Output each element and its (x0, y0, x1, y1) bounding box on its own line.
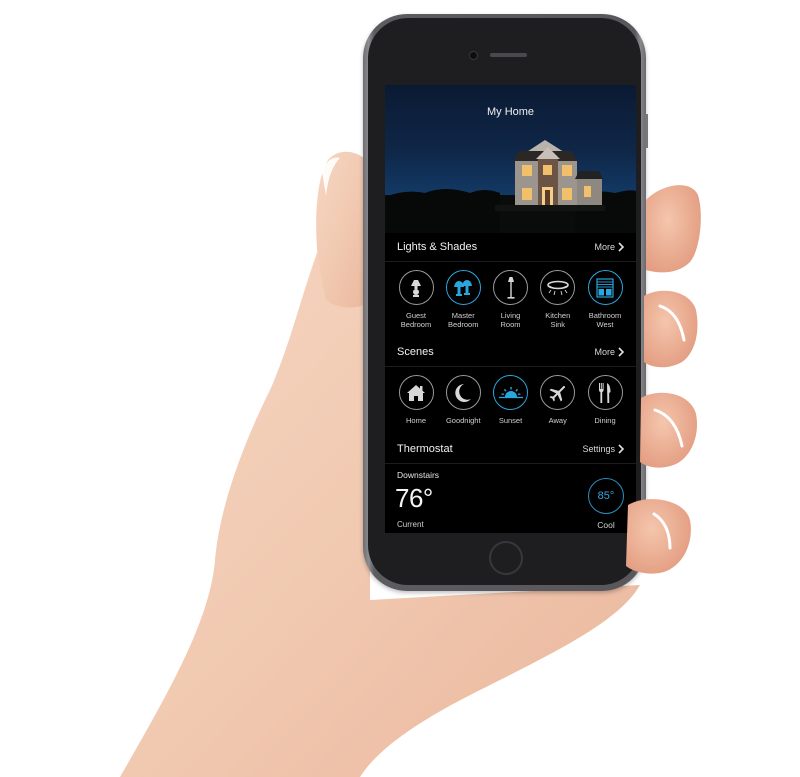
lights-shades-header: Lights & Shades More (385, 233, 636, 262)
scene-button[interactable] (445, 375, 481, 410)
home-button[interactable] (489, 541, 523, 575)
side-button[interactable] (645, 114, 648, 148)
home-title: My Home (486, 106, 535, 118)
shade-tile-bathroom-west[interactable]: Bathroom West (583, 270, 627, 329)
earpiece-speaker (490, 53, 527, 57)
airplane-icon (549, 385, 565, 401)
twin-lamps-icon (454, 279, 473, 296)
front-camera (469, 51, 478, 60)
tile-label: Dining (594, 416, 616, 425)
house-icon (407, 384, 425, 401)
light-tile-living-room[interactable]: Living Room (489, 270, 533, 329)
shade-toggle[interactable] (587, 270, 623, 305)
sunset-icon (498, 386, 523, 398)
tile-label: Bathroom West (588, 311, 622, 329)
scene-tile-home[interactable]: Home (394, 375, 438, 425)
light-tile-guest-bedroom[interactable]: Guest Bedroom (394, 270, 438, 329)
chevron-right-icon (618, 347, 624, 357)
light-toggle[interactable] (540, 270, 576, 305)
scene-button[interactable] (540, 375, 576, 410)
scenes-header: Scenes More (385, 338, 636, 367)
scenes-more-link[interactable]: More (594, 347, 624, 357)
lights-more-label: More (594, 242, 615, 252)
current-label: Current (397, 520, 424, 529)
fork-knife-icon (599, 382, 611, 403)
phone-bezel: My Home Lights & Shades More Guest Bedro… (368, 18, 641, 585)
thermostat-mode: Cool (597, 520, 615, 530)
scenes-title: Scenes (397, 346, 434, 358)
tile-label: Goodnight (445, 416, 481, 425)
thermostat-title: Thermostat (397, 443, 453, 455)
chevron-right-icon (618, 242, 624, 252)
thermostat-zone: Downstairs (397, 470, 440, 480)
light-toggle[interactable] (445, 270, 481, 305)
tile-label: Living Room (500, 311, 521, 329)
home-hero-image: My Home (385, 85, 636, 233)
tile-label: Sunset (498, 416, 523, 425)
ceiling-light-icon (546, 280, 569, 295)
app-screen: My Home Lights & Shades More Guest Bedro… (385, 85, 636, 533)
tile-label: Kitchen Sink (545, 311, 571, 329)
scene-tile-away[interactable]: Away (536, 375, 580, 425)
light-tile-kitchen-sink[interactable]: Kitchen Sink (536, 270, 580, 329)
current-temperature: 76° (395, 483, 433, 513)
phone: My Home Lights & Shades More Guest Bedro… (363, 14, 648, 591)
window-shade-icon (596, 277, 614, 298)
moon-icon (455, 383, 472, 402)
tile-label: Away (548, 416, 567, 425)
lights-row: Guest Bedroom Master Bedroom Living Room… (385, 262, 636, 329)
scenes-row: Home Goodnight Sunset Away Dining (385, 367, 636, 425)
scene-tile-dining[interactable]: Dining (583, 375, 627, 425)
tile-label: Master Bedroom (448, 311, 479, 329)
scene-button[interactable] (493, 375, 528, 410)
light-toggle[interactable] (398, 270, 434, 305)
scene-button[interactable] (398, 375, 434, 410)
light-tile-master-bedroom[interactable]: Master Bedroom (441, 270, 485, 329)
table-lamp-icon (411, 279, 421, 297)
scene-tile-sunset[interactable]: Sunset (489, 375, 533, 425)
scene-tile-goodnight[interactable]: Goodnight (441, 375, 485, 425)
thermostat-header: Thermostat Settings (385, 435, 636, 464)
scenes-more-label: More (594, 347, 615, 357)
light-toggle[interactable] (493, 270, 528, 305)
tile-label: Home (405, 416, 426, 425)
floor-lamp-icon (507, 276, 514, 299)
lights-shades-title: Lights & Shades (397, 241, 478, 253)
thermostat-settings-label: Settings (582, 444, 615, 454)
chevron-right-icon (618, 444, 624, 454)
tile-label: Guest Bedroom (400, 311, 432, 329)
lights-more-link[interactable]: More (594, 242, 624, 252)
scene-button[interactable] (587, 375, 623, 410)
thermostat-card[interactable]: Downstairs 76° Current 85° Cool (385, 464, 636, 533)
setpoint-button[interactable]: 85° (588, 478, 624, 514)
thermostat-settings-link[interactable]: Settings (582, 444, 624, 454)
